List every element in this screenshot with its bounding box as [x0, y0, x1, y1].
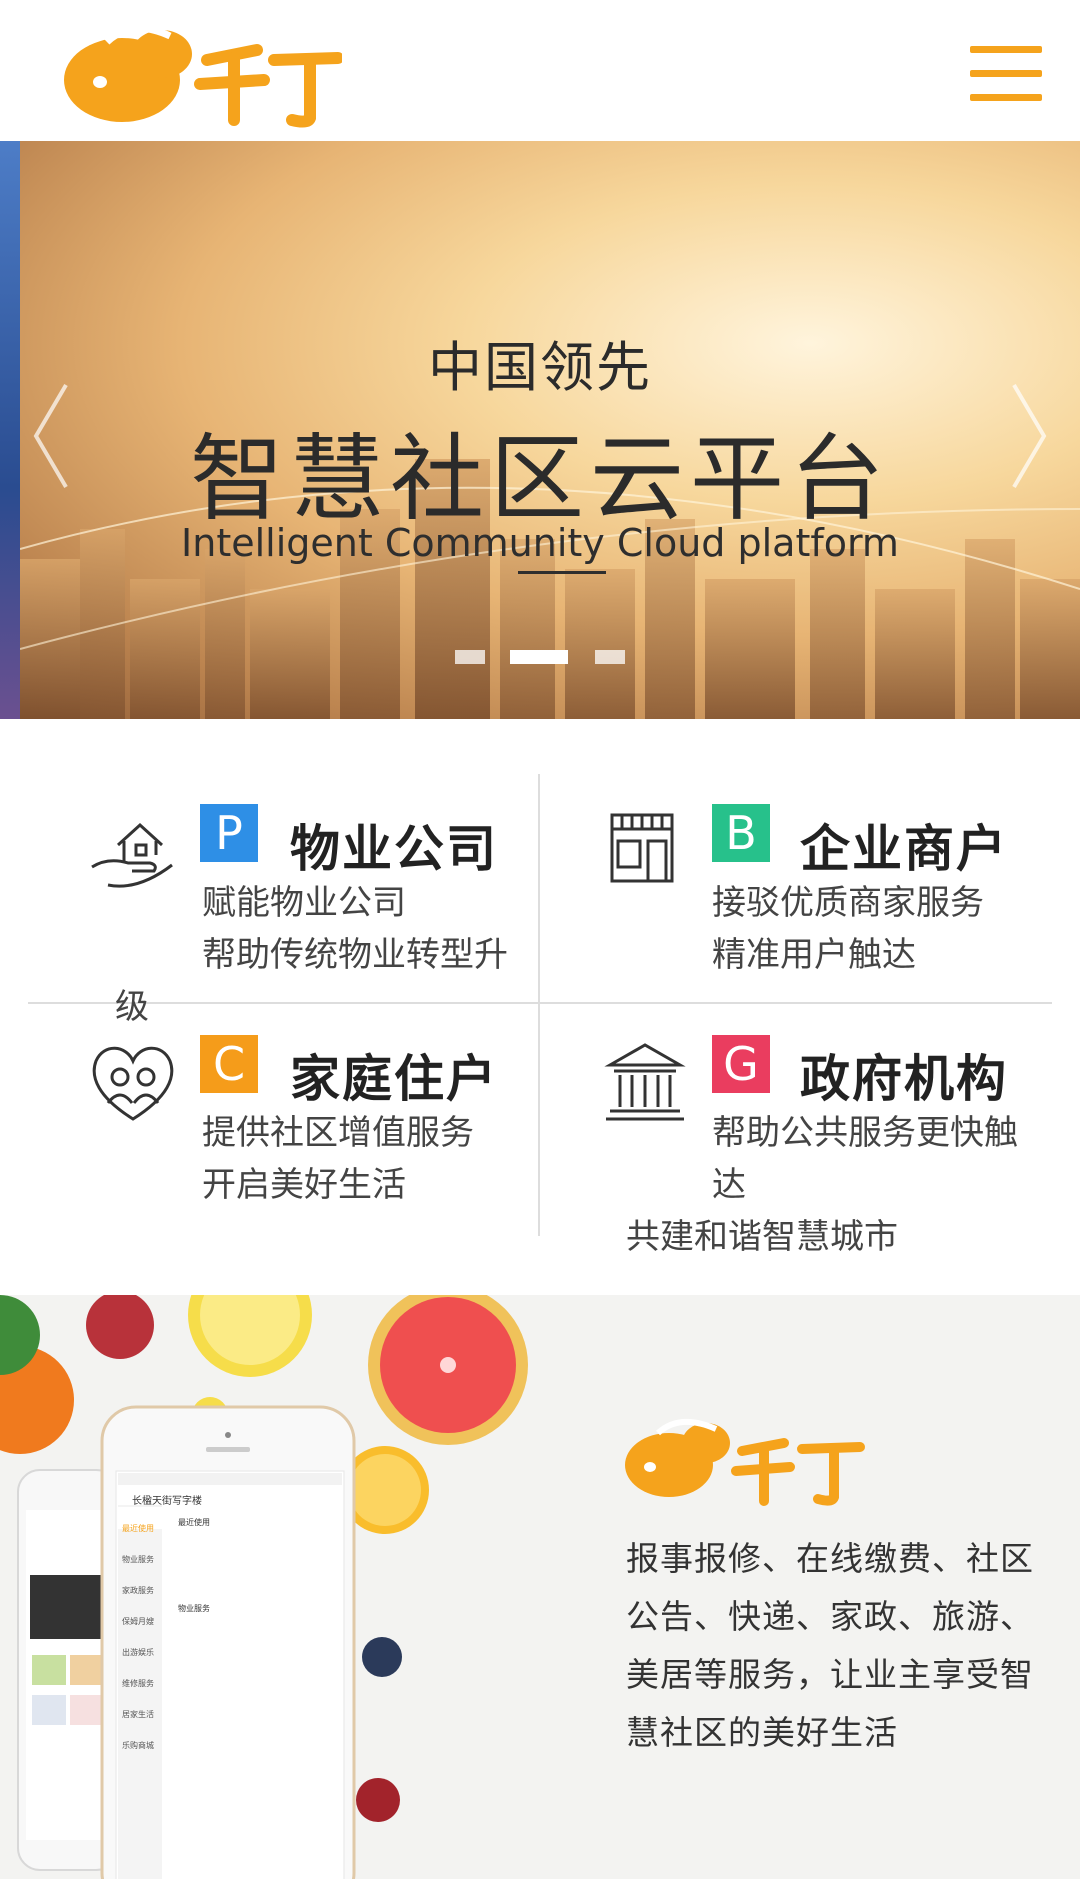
phone-tab-property[interactable]: 物业服务	[122, 1544, 166, 1575]
feature-title-property[interactable]: 物业公司	[290, 809, 498, 881]
feature-desc-merchant-2: 精准用户触达	[712, 935, 916, 975]
feature-desc-property-2: 帮助传统物业转型升	[202, 935, 508, 975]
house-in-hand-icon	[91, 822, 173, 888]
phone-recent-label: 最近使用	[178, 1518, 210, 1527]
phone-service-label: 物业服务	[178, 1604, 210, 1613]
slide-dot[interactable]	[455, 650, 485, 664]
phone-tab-home[interactable]: 居家生活	[122, 1699, 166, 1730]
storefront-icon	[610, 813, 674, 883]
phone-tab-nanny[interactable]: 保姆月嫂	[122, 1606, 166, 1637]
government-building-icon	[604, 1043, 686, 1121]
chevron-left-icon[interactable]	[30, 381, 70, 491]
phone-tab-repair[interactable]: 维修服务	[122, 1668, 166, 1699]
slide-indicator	[0, 650, 1080, 670]
qianding-logo[interactable]	[52, 10, 342, 130]
banner-title: 智慧社区云平台	[189, 425, 890, 534]
badge-b: B	[712, 804, 770, 862]
banner-english-title: Intelligent Community Cloud platform	[181, 521, 899, 565]
family-heart-icon	[92, 1046, 174, 1121]
phone-tab-list: 最近使用 物业服务 家政服务 保姆月嫂 出游娱乐 维修服务 居家生活 乐购商城	[122, 1513, 166, 1761]
feature-desc-property-3: 级	[115, 987, 149, 1027]
hero-banner[interactable]: 中国领先 智慧社区云平台 Intelligent Community Cloud…	[0, 141, 1080, 719]
feature-desc-merchant-1: 接驳优质商家服务	[712, 883, 984, 923]
phone-location: 长楹天街写字楼	[132, 1496, 202, 1507]
feature-title-merchant[interactable]: 企业商户	[800, 809, 1008, 881]
hamburger-menu-icon[interactable]	[970, 46, 1042, 102]
audience-features: P 物业公司 赋能物业公司 帮助传统物业转型升 级 B 企业商户 接驳优质商家服…	[0, 719, 1080, 1295]
banner-subtitle: 中国领先	[428, 336, 652, 399]
promo-description: 报事报修、在线缴费、社区公告、快递、家政、旅游、美居等服务，让业主享受智慧社区的…	[626, 1539, 1034, 1752]
badge-g: G	[712, 1035, 770, 1093]
feature-desc-household-1: 提供社区增值服务	[202, 1113, 474, 1153]
badge-c: C	[200, 1035, 258, 1093]
phone-tab-housekeeping[interactable]: 家政服务	[122, 1575, 166, 1606]
phone-tab-recent[interactable]: 最近使用	[122, 1513, 166, 1544]
chevron-right-icon[interactable]	[1010, 381, 1050, 491]
app-promo-section: 长楹天街写字楼 最近使用 物业服务 家政服务 保姆月嫂 出游娱乐 维修服务 居家…	[0, 1295, 1080, 1879]
phone-tab-travel[interactable]: 出游娱乐	[122, 1637, 166, 1668]
feature-desc-property-1: 赋能物业公司	[202, 883, 406, 923]
slide-dot[interactable]	[595, 650, 625, 664]
feature-desc-government-1: 帮助公共服务更快触	[712, 1113, 1018, 1153]
divider-horizontal	[28, 1002, 1052, 1004]
phone-tab-mall[interactable]: 乐购商城	[122, 1730, 166, 1761]
feature-desc-household-2: 开启美好生活	[202, 1165, 406, 1205]
feature-title-household[interactable]: 家庭住户	[290, 1039, 498, 1111]
qianding-logo-promo[interactable]	[624, 1407, 874, 1507]
feature-title-government[interactable]: 政府机构	[800, 1039, 1008, 1111]
slide-dot-active[interactable]	[510, 650, 568, 664]
feature-desc-government-3: 共建和谐智慧城市	[626, 1217, 898, 1257]
banner-underline	[518, 571, 606, 574]
feature-desc-government-2: 达	[712, 1165, 746, 1205]
divider-vertical	[538, 774, 540, 1236]
badge-p: P	[200, 804, 258, 862]
site-header	[0, 0, 1080, 141]
